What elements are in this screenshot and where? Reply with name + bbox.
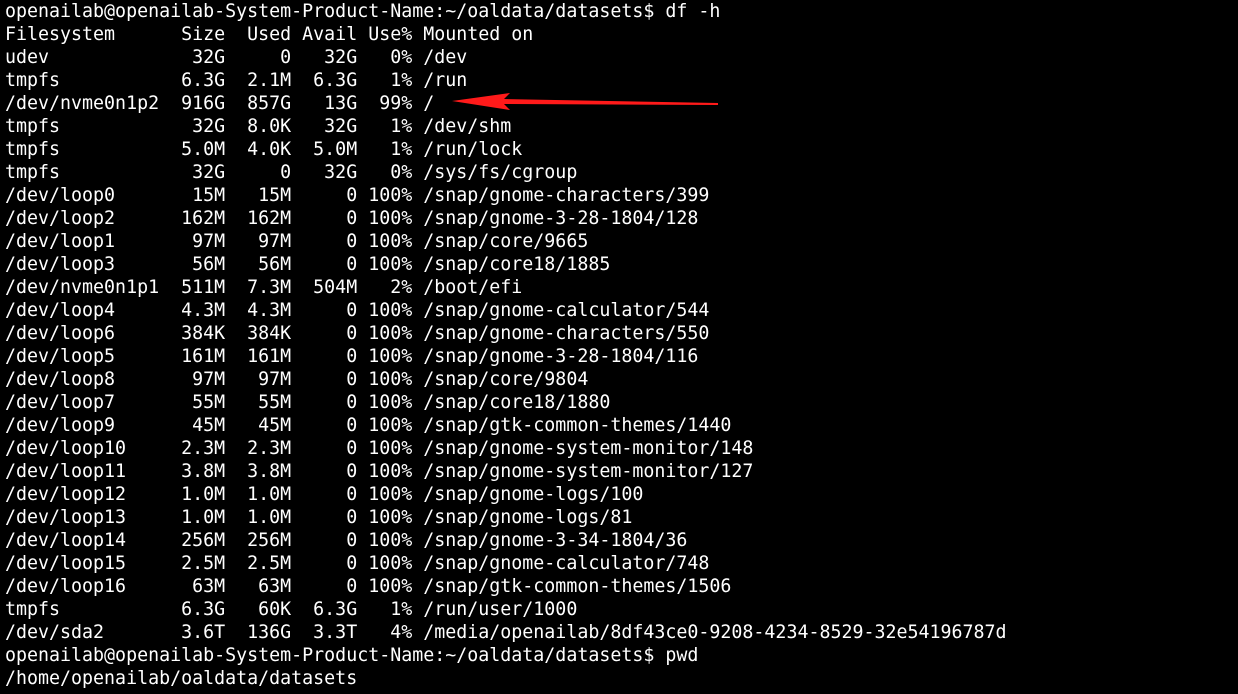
terminal-line-command-pwd: openailab@openailab-System-Product-Name:… bbox=[5, 645, 699, 666]
df-row: /dev/loop8 97M 97M 0 100% /snap/core/980… bbox=[5, 369, 589, 390]
df-row: /dev/loop2 162M 162M 0 100% /snap/gnome-… bbox=[5, 208, 699, 229]
df-row: /dev/loop10 2.3M 2.3M 0 100% /snap/gnome… bbox=[5, 438, 754, 459]
df-row: /dev/loop6 384K 384K 0 100% /snap/gnome-… bbox=[5, 323, 710, 344]
terminal-window[interactable]: openailab@openailab-System-Product-Name:… bbox=[0, 0, 1238, 694]
red-arrow-left-icon bbox=[452, 93, 718, 110]
pwd-output: /home/openailab/oaldata/datasets bbox=[5, 668, 358, 689]
df-row: /dev/loop0 15M 15M 0 100% /snap/gnome-ch… bbox=[5, 185, 710, 206]
df-row: /dev/loop7 55M 55M 0 100% /snap/core18/1… bbox=[5, 392, 611, 413]
df-row: /dev/loop15 2.5M 2.5M 0 100% /snap/gnome… bbox=[5, 553, 710, 574]
df-row: /dev/loop11 3.8M 3.8M 0 100% /snap/gnome… bbox=[5, 461, 754, 482]
df-row: udev 32G 0 32G 0% /dev bbox=[5, 47, 468, 68]
df-row: /dev/loop13 1.0M 1.0M 0 100% /snap/gnome… bbox=[5, 507, 633, 528]
df-row: /dev/loop1 97M 97M 0 100% /snap/core/966… bbox=[5, 231, 589, 252]
df-row: tmpfs 32G 8.0K 32G 1% /dev/shm bbox=[5, 116, 512, 137]
df-header-row: Filesystem Size Used Avail Use% Mounted … bbox=[5, 24, 534, 45]
df-row: /dev/loop9 45M 45M 0 100% /snap/gtk-comm… bbox=[5, 415, 732, 436]
prompt-input-line[interactable] bbox=[5, 690, 1238, 694]
df-row: /dev/loop4 4.3M 4.3M 0 100% /snap/gnome-… bbox=[5, 300, 710, 321]
df-row: /dev/nvme0n1p1 511M 7.3M 504M 2% /boot/e… bbox=[5, 277, 523, 298]
df-row: /dev/loop5 161M 161M 0 100% /snap/gnome-… bbox=[5, 346, 699, 367]
df-row: /dev/loop12 1.0M 1.0M 0 100% /snap/gnome… bbox=[5, 484, 644, 505]
df-row: tmpfs 32G 0 32G 0% /sys/fs/cgroup bbox=[5, 162, 578, 183]
df-row: /dev/loop16 63M 63M 0 100% /snap/gtk-com… bbox=[5, 576, 732, 597]
df-row: tmpfs 5.0M 4.0K 5.0M 1% /run/lock bbox=[5, 139, 523, 160]
df-row: tmpfs 6.3G 60K 6.3G 1% /run/user/1000 bbox=[5, 599, 578, 620]
df-row: tmpfs 6.3G 2.1M 6.3G 1% /run bbox=[5, 70, 468, 91]
df-row: /dev/sda2 3.6T 136G 3.3T 4% /media/opena… bbox=[5, 622, 1007, 643]
terminal-line-command-df: openailab@openailab-System-Product-Name:… bbox=[5, 1, 721, 22]
df-row: /dev/loop14 256M 256M 0 100% /snap/gnome… bbox=[5, 530, 688, 551]
df-row: /dev/loop3 56M 56M 0 100% /snap/core18/1… bbox=[5, 254, 611, 275]
